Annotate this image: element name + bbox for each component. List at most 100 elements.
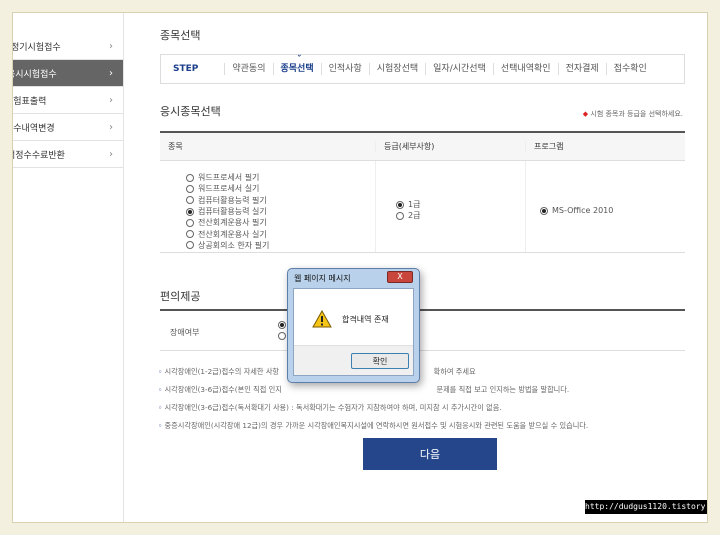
radio-button-selected[interactable] bbox=[396, 200, 404, 209]
section-note: ◆ 시험 종목과 등급을 선택하세요. bbox=[583, 109, 683, 119]
radio-button[interactable] bbox=[186, 184, 194, 193]
radio-button[interactable] bbox=[186, 218, 194, 227]
bullet-icon: ◦ bbox=[158, 421, 163, 430]
sidebar-item-exam-apply[interactable]: 응시시험접수 › bbox=[13, 60, 123, 87]
sidebar-item-label: 검정수수료반환 bbox=[12, 150, 65, 161]
subject-option[interactable]: 워드프로세서 필기 bbox=[186, 172, 375, 183]
subject-option[interactable]: 컴퓨터활용능력 필기 bbox=[186, 195, 375, 206]
dialog-footer: 확인 bbox=[294, 345, 413, 375]
step-review: 선택내역확인 bbox=[492, 63, 558, 75]
ok-button[interactable]: 확인 bbox=[351, 353, 409, 369]
radio-button-selected[interactable] bbox=[278, 321, 286, 329]
close-button[interactable]: X bbox=[387, 271, 413, 283]
step-datetime: 일자/시간선택 bbox=[425, 63, 493, 75]
subject-option[interactable]: 전산회계운용사 실기 bbox=[186, 228, 375, 239]
header-program: 프로그램 bbox=[525, 141, 685, 152]
step-indicator: STEP 약관동의 종목선택 인적사항 시험장선택 일자/시간선택 선택내역확인… bbox=[160, 54, 685, 84]
option-label: 1급 bbox=[408, 200, 421, 210]
option-label: 상공회의소 한자 필기 bbox=[198, 240, 270, 250]
program-radio-group: MS-Office 2010 bbox=[534, 161, 685, 216]
table-row: 워드프로세서 필기 워드프로세서 실기 컴퓨터활용능력 필기 컴퓨터활용능력 실… bbox=[160, 161, 685, 253]
radio-button-selected[interactable] bbox=[186, 207, 194, 216]
subject-option[interactable]: 상공회의소 한자 필기 bbox=[186, 240, 375, 251]
step-subject: 종목선택 bbox=[272, 54, 321, 75]
notice-text: 시각장애인(1-2급)접수의 자세한 사항 bbox=[164, 367, 280, 376]
bullet-icon: ◆ bbox=[582, 110, 589, 118]
chevron-right-icon: › bbox=[109, 40, 113, 52]
radio-button[interactable] bbox=[396, 211, 404, 220]
grade-option[interactable]: 2급 bbox=[396, 210, 525, 221]
subject-radio-group: 워드프로세서 필기 워드프로세서 실기 컴퓨터활용능력 필기 컴퓨터활용능력 실… bbox=[168, 161, 375, 251]
notice-item: ◦ 중증시각장애인(시각장애 12급)의 경우 가까운 시각장애인복지시설에 연… bbox=[158, 417, 698, 435]
notice-list: ◦ 시각장애인(1-2급)접수의 자세한 사항 확하여 주세요 ◦ 시각장애인(… bbox=[158, 363, 698, 435]
notice-item: ◦ 시각장애인(3-6급)접수(독서확대기 사용) : 독서확대기는 수험자가 … bbox=[158, 399, 698, 417]
header-grade: 등급(세부사항) bbox=[375, 141, 525, 152]
option-label: MS-Office 2010 bbox=[552, 206, 614, 216]
header-subject: 종목 bbox=[168, 142, 183, 151]
sidebar-divider bbox=[123, 13, 124, 522]
radio-button[interactable] bbox=[186, 196, 194, 205]
option-label: 컴퓨터활용능력 실기 bbox=[198, 207, 267, 217]
sidebar-item-ticket-print[interactable]: 수험표출력 › bbox=[13, 87, 123, 114]
grade-radio-group: 1급 2급 bbox=[384, 161, 525, 222]
chevron-right-icon: › bbox=[109, 148, 113, 160]
subject-option[interactable]: 워드프로세서 실기 bbox=[186, 183, 375, 194]
page-title: 종목선택 bbox=[160, 29, 201, 42]
bullet-icon: ◦ bbox=[158, 403, 163, 412]
sidebar-item-regular-exam[interactable]: 정기시험접수 › bbox=[13, 33, 123, 60]
section-title: 응시종목선택 bbox=[160, 105, 221, 118]
step-label: STEP bbox=[173, 64, 199, 74]
notice-item: ◦ 시각장애인(1-2급)접수의 자세한 사항 확하여 주세요 bbox=[158, 363, 698, 381]
bullet-icon: ◦ bbox=[158, 367, 163, 376]
convenience-table: 장애여부 bbox=[160, 309, 685, 351]
sidebar-item-fee-refund[interactable]: 검정수수료반환 › bbox=[13, 141, 123, 168]
convenience-title: 편의제공 bbox=[160, 290, 201, 303]
notice-item: ◦ 시각장애인(3-6급)접수(본인 직접 인지 문제를 직접 보고 인지하는 … bbox=[158, 381, 698, 399]
option-label: 워드프로세서 필기 bbox=[198, 173, 260, 183]
option-label: 워드프로세서 실기 bbox=[198, 184, 260, 194]
step-venue: 시험장선택 bbox=[368, 63, 425, 75]
notice-text: 시각장애인(3-6급)접수(본인 직접 인지 bbox=[164, 385, 282, 394]
dialog-body: 합격내역 존재 확인 bbox=[293, 288, 414, 376]
chevron-right-icon: › bbox=[109, 121, 113, 133]
chevron-right-icon: › bbox=[109, 67, 113, 79]
notice-text: 중증시각장애인(시각장애 12급)의 경우 가까운 시각장애인복지시설에 연락하… bbox=[164, 421, 589, 430]
sidebar-item-label: 정기시험접수 bbox=[12, 42, 61, 53]
table-header: 종목 등급(세부사항) 프로그램 bbox=[160, 133, 685, 161]
chevron-right-icon: › bbox=[109, 94, 113, 106]
notice-text-right: 확하여 주세요 bbox=[433, 367, 476, 376]
radio-button[interactable] bbox=[186, 173, 194, 182]
warning-icon bbox=[312, 310, 332, 328]
step-personal-info: 인적사항 bbox=[320, 63, 369, 75]
notice-text-right: 문제를 직접 보고 인지하는 방법을 말합니다. bbox=[436, 385, 570, 394]
radio-button-selected[interactable] bbox=[540, 206, 548, 215]
bullet-icon: ◦ bbox=[158, 385, 163, 394]
step-confirm: 접수확인 bbox=[605, 63, 654, 75]
radio-button[interactable] bbox=[186, 241, 194, 250]
radio-button[interactable] bbox=[278, 332, 286, 340]
sidebar-item-label: 수험표출력 bbox=[13, 96, 47, 107]
step-terms: 약관동의 bbox=[224, 63, 272, 75]
option-label: 전산회계운용사 실기 bbox=[198, 229, 267, 239]
option-label: 컴퓨터활용능력 필기 bbox=[198, 195, 267, 205]
disability-label: 장애여부 bbox=[170, 328, 200, 337]
dialog-message: 합격내역 존재 bbox=[342, 315, 389, 324]
subject-option[interactable]: 컴퓨터활용능력 실기 bbox=[186, 206, 375, 217]
sidebar: 정기시험접수 › 응시시험접수 › 수험표출력 › 접수내역변경 › 검정수수료… bbox=[13, 33, 123, 168]
subject-option[interactable]: 전산회계운용사 필기 bbox=[186, 217, 375, 228]
program-option[interactable]: MS-Office 2010 bbox=[540, 205, 685, 216]
sidebar-item-label: 응시시험접수 bbox=[13, 69, 57, 80]
step-payment: 전자결제 bbox=[557, 63, 606, 75]
dialog-title: 웹 페이지 메시지 bbox=[294, 274, 351, 283]
section-note-text: 시험 종목과 등급을 선택하세요. bbox=[590, 110, 683, 118]
option-label: 2급 bbox=[408, 211, 421, 221]
option-label: 전산회계운용사 필기 bbox=[198, 218, 267, 228]
message-dialog: 웹 페이지 메시지 X 합격내역 존재 확인 bbox=[287, 268, 420, 383]
sidebar-item-label: 접수내역변경 bbox=[13, 123, 55, 134]
subject-table: 종목 등급(세부사항) 프로그램 워드프로세서 필기 워드프로세서 실기 컴퓨터… bbox=[160, 131, 685, 253]
notice-text: 시각장애인(3-6급)접수(독서확대기 사용) : 독서확대기는 수험자가 지참… bbox=[164, 403, 502, 412]
sidebar-item-change-application[interactable]: 접수내역변경 › bbox=[13, 114, 123, 141]
radio-button[interactable] bbox=[186, 230, 194, 239]
next-button[interactable]: 다음 bbox=[363, 438, 497, 470]
grade-option[interactable]: 1급 bbox=[396, 199, 525, 210]
